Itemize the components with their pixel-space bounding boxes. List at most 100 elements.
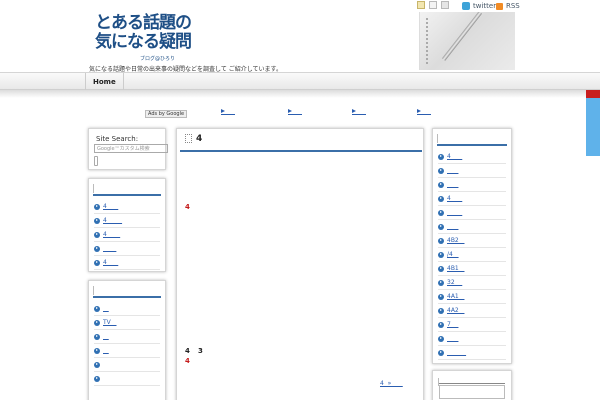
arrow-bullet-icon bbox=[438, 223, 444, 230]
ads-by-google-badge[interactable]: Ads by Google bbox=[145, 110, 188, 118]
list-item[interactable]: 4A2 bbox=[438, 304, 506, 318]
list-item[interactable] bbox=[438, 178, 506, 192]
right-widget: 4 4 4B2 /4 4B1 32 4A1 4A2 7 bbox=[432, 128, 512, 364]
right-widget-list: 4 4 4B2 /4 4B1 32 4A1 4A2 7 bbox=[433, 146, 511, 360]
top-icon-links bbox=[417, 1, 449, 9]
list-link[interactable]: /4 bbox=[447, 251, 459, 258]
list-item[interactable]: /4 bbox=[438, 248, 506, 262]
list-link[interactable] bbox=[447, 349, 466, 356]
list-link[interactable]: 4B2 bbox=[447, 237, 464, 244]
ad-link-2[interactable] bbox=[288, 109, 302, 115]
list-item[interactable]: 32 bbox=[438, 276, 506, 290]
ad-link-3[interactable] bbox=[352, 109, 366, 115]
list-item[interactable] bbox=[94, 344, 160, 358]
list-link[interactable]: 32 bbox=[447, 279, 462, 286]
list-link[interactable] bbox=[103, 333, 109, 340]
list-item[interactable] bbox=[94, 358, 160, 372]
read-more-link[interactable]: 4 » bbox=[380, 380, 403, 387]
list-link[interactable]: 4 bbox=[103, 231, 120, 238]
list-link[interactable]: 4 bbox=[447, 195, 462, 202]
list-item[interactable]: 4 bbox=[94, 228, 160, 242]
side-scroll-widget[interactable] bbox=[586, 98, 600, 156]
list-item[interactable]: TV bbox=[94, 316, 160, 330]
nav-home[interactable]: Home bbox=[85, 73, 124, 90]
search-button[interactable] bbox=[94, 156, 98, 166]
list-link[interactable] bbox=[103, 245, 116, 252]
list-item[interactable] bbox=[94, 242, 160, 256]
rss-link[interactable]: RSS bbox=[496, 2, 520, 10]
list-item[interactable]: 7 bbox=[438, 318, 506, 332]
list-item[interactable]: 4B2 bbox=[438, 234, 506, 248]
list-link[interactable]: 4 bbox=[103, 217, 122, 224]
note-icon[interactable] bbox=[417, 1, 425, 9]
ad-link-1[interactable] bbox=[221, 109, 235, 115]
list-link[interactable]: 4A1 bbox=[447, 293, 464, 300]
list-link[interactable] bbox=[447, 223, 458, 230]
list-item[interactable] bbox=[94, 330, 160, 344]
site-logo[interactable]: とある話題の 気になる疑問 bbox=[95, 14, 192, 52]
right-widget-head bbox=[437, 132, 507, 146]
arrow-bullet-icon bbox=[438, 265, 444, 272]
list-item[interactable]: 4A1 bbox=[438, 290, 506, 304]
list-item[interactable] bbox=[438, 332, 506, 346]
head-divider bbox=[93, 285, 94, 295]
list-item[interactable]: 4B1 bbox=[438, 262, 506, 276]
list-link[interactable]: 4B1 bbox=[447, 265, 464, 272]
list-item[interactable] bbox=[438, 220, 506, 234]
list-link[interactable]: 4 bbox=[103, 259, 118, 266]
head-divider bbox=[437, 133, 438, 143]
list-link[interactable] bbox=[447, 167, 458, 174]
left-widget-1-list: 4 4 4 4 bbox=[89, 196, 165, 270]
list-item[interactable] bbox=[438, 346, 506, 360]
list-item[interactable]: 4 bbox=[94, 200, 160, 214]
left-widget-2: TV bbox=[88, 280, 166, 400]
side-tab[interactable] bbox=[586, 90, 600, 98]
list-link[interactable]: 4 bbox=[103, 203, 118, 210]
search-input[interactable]: Google™カスタム検索 bbox=[94, 144, 168, 153]
arrow-bullet-icon bbox=[94, 347, 100, 354]
user-icon[interactable] bbox=[429, 1, 437, 9]
article-highlight-b: 4 bbox=[185, 357, 190, 365]
arrow-bullet-icon bbox=[94, 203, 100, 210]
rss-icon bbox=[496, 2, 503, 10]
list-link[interactable]: 7 bbox=[447, 321, 458, 328]
list-item[interactable]: 4 bbox=[94, 214, 160, 228]
list-item[interactable]: 4 bbox=[94, 256, 160, 270]
right-widget-2 bbox=[432, 370, 512, 400]
list-item[interactable]: 4 bbox=[438, 150, 506, 164]
bookmark-icon[interactable] bbox=[441, 1, 449, 9]
list-link[interactable]: 4A2 bbox=[447, 307, 464, 314]
widget-box[interactable] bbox=[439, 385, 505, 399]
list-link[interactable] bbox=[447, 181, 458, 188]
notebook-rings bbox=[426, 18, 436, 64]
list-item[interactable]: 4 bbox=[438, 192, 506, 206]
logo-subtitle: ブログ@ひろり bbox=[140, 56, 176, 62]
search-label: Site Search: bbox=[96, 135, 139, 143]
ad-link-4[interactable] bbox=[417, 109, 431, 115]
list-link[interactable]: TV bbox=[103, 319, 117, 326]
nav-shadow bbox=[0, 90, 600, 98]
list-item[interactable] bbox=[94, 372, 160, 386]
list-link[interactable] bbox=[103, 347, 109, 354]
list-link[interactable]: 4 bbox=[447, 153, 462, 160]
list-link[interactable] bbox=[447, 335, 458, 342]
left-widget-2-head bbox=[93, 284, 161, 298]
arrow-bullet-icon bbox=[94, 319, 100, 326]
article-text-a: 4 bbox=[185, 347, 190, 355]
twitter-link[interactable]: twitter bbox=[462, 2, 496, 10]
list-item[interactable] bbox=[438, 164, 506, 178]
list-link[interactable] bbox=[103, 305, 109, 312]
arrow-bullet-icon bbox=[438, 153, 444, 160]
list-item[interactable] bbox=[94, 302, 160, 316]
article-icon bbox=[185, 134, 192, 143]
header-notebook-image bbox=[419, 12, 515, 70]
arrow-bullet-icon bbox=[438, 251, 444, 258]
article-highlight-a: 4 bbox=[185, 203, 190, 211]
arrow-bullet-icon bbox=[94, 259, 100, 266]
article-title[interactable]: 4 bbox=[196, 134, 202, 144]
list-link[interactable] bbox=[447, 209, 462, 216]
article-text-b: 3 bbox=[198, 347, 203, 355]
arrow-bullet-icon bbox=[438, 321, 444, 328]
arrow-bullet-icon bbox=[438, 293, 444, 300]
list-item[interactable] bbox=[438, 206, 506, 220]
